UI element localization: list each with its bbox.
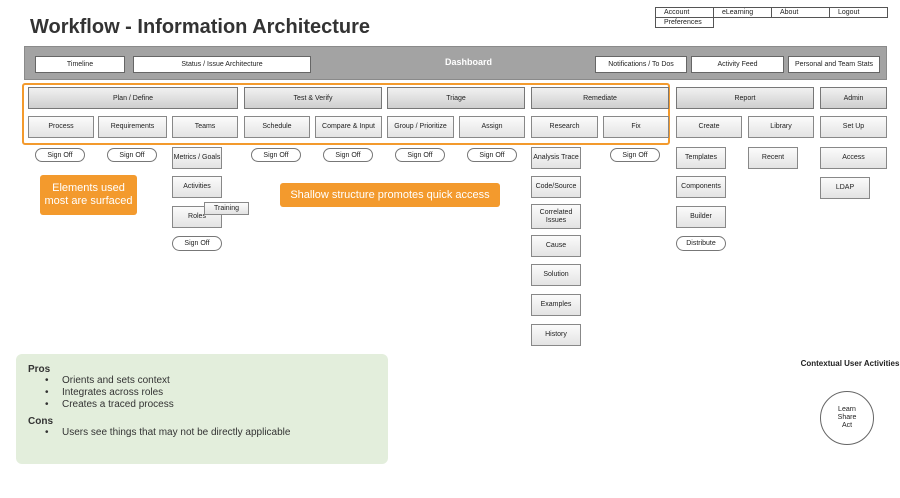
page-title: Workflow - Information Architecture	[30, 16, 371, 38]
top-nav: Account eLearning About Logout Preferenc…	[655, 7, 888, 29]
dashboard-label: Dashboard	[445, 57, 493, 67]
components-button[interactable]: Components	[676, 176, 726, 198]
teams-button[interactable]: Teams	[172, 116, 238, 138]
pros-item: Orients and sets context	[28, 375, 378, 387]
history-button[interactable]: History	[531, 324, 581, 346]
sign-off-compare[interactable]: Sign Off	[323, 148, 373, 162]
sign-off-schedule[interactable]: Sign Off	[251, 148, 301, 162]
contextual-activities-circle[interactable]: Learn Share Act	[820, 391, 874, 445]
fix-button[interactable]: Fix	[603, 116, 669, 138]
cons-list: Users see things that may not be directl…	[28, 427, 378, 439]
examples-button[interactable]: Examples	[531, 294, 581, 316]
analysis-trace-button[interactable]: Analysis Trace	[531, 147, 581, 169]
access-button[interactable]: Access	[820, 147, 887, 169]
status-architecture-button[interactable]: Status / Issue Architecture	[133, 56, 311, 73]
compare-input-button[interactable]: Compare & Input	[315, 116, 382, 138]
group-prioritize-button[interactable]: Group / Prioritize	[387, 116, 454, 138]
create-button[interactable]: Create	[676, 116, 742, 138]
section-triage[interactable]: Triage	[387, 87, 525, 109]
pros-item: Creates a traced process	[28, 399, 378, 411]
section-report[interactable]: Report	[676, 87, 814, 109]
section-plan-define[interactable]: Plan / Define	[28, 87, 238, 109]
dashboard-bar: Timeline Status / Issue Architecture Das…	[24, 46, 887, 80]
process-button[interactable]: Process	[28, 116, 94, 138]
share-label: Share	[837, 414, 857, 421]
setup-button[interactable]: Set Up	[820, 116, 887, 138]
sign-off-fix[interactable]: Sign Off	[610, 148, 660, 162]
correlated-issues-button[interactable]: Correlated Issues	[531, 204, 581, 229]
activity-feed-button[interactable]: Activity Feed	[691, 56, 784, 73]
solution-button[interactable]: Solution	[531, 264, 581, 286]
sign-off-assign[interactable]: Sign Off	[467, 148, 517, 162]
preferences-link[interactable]: Preferences	[655, 17, 714, 28]
training-button[interactable]: Training	[204, 202, 249, 215]
sign-off-teams[interactable]: Sign Off	[172, 236, 222, 251]
section-admin[interactable]: Admin	[820, 87, 887, 109]
contextual-activities-title: Contextual User Activities	[800, 359, 900, 368]
notifications-button[interactable]: Notifications / To Dos	[595, 56, 687, 73]
assign-button[interactable]: Assign	[459, 116, 525, 138]
pros-list: Orients and sets context Integrates acro…	[28, 375, 378, 411]
builder-button[interactable]: Builder	[676, 206, 726, 228]
metrics-goals-button[interactable]: Metrics / Goals	[172, 147, 222, 169]
requirements-button[interactable]: Requirements	[98, 116, 167, 138]
callout-shallow: Shallow structure promotes quick access	[280, 183, 500, 207]
templates-button[interactable]: Templates	[676, 147, 726, 169]
activities-button[interactable]: Activities	[172, 176, 222, 198]
cons-item: Users see things that may not be directl…	[28, 427, 378, 439]
sign-off-requirements[interactable]: Sign Off	[107, 148, 157, 162]
distribute-button[interactable]: Distribute	[676, 236, 726, 251]
act-label: Act	[841, 422, 853, 429]
section-remediate[interactable]: Remediate	[531, 87, 669, 109]
sign-off-group[interactable]: Sign Off	[395, 148, 445, 162]
schedule-button[interactable]: Schedule	[244, 116, 310, 138]
library-button[interactable]: Library	[748, 116, 814, 138]
section-test-verify[interactable]: Test & Verify	[244, 87, 382, 109]
sign-off-process[interactable]: Sign Off	[35, 148, 85, 162]
timeline-button[interactable]: Timeline	[35, 56, 125, 73]
pros-cons-panel: Pros Orients and sets context Integrates…	[16, 354, 388, 464]
code-source-button[interactable]: Code/Source	[531, 176, 581, 198]
research-button[interactable]: Research	[531, 116, 598, 138]
learn-label: Learn	[838, 406, 856, 413]
pros-title: Pros	[28, 364, 51, 375]
callout-surfaced: Elements used most are surfaced	[40, 175, 137, 215]
cause-button[interactable]: Cause	[531, 235, 581, 257]
pros-item: Integrates across roles	[28, 387, 378, 399]
recent-button[interactable]: Recent	[748, 147, 798, 169]
cons-title: Cons	[28, 416, 53, 427]
elearning-link[interactable]: eLearning	[713, 7, 772, 18]
about-link[interactable]: About	[771, 7, 830, 18]
logout-link[interactable]: Logout	[829, 7, 888, 18]
ldap-button[interactable]: LDAP	[820, 177, 870, 199]
team-stats-button[interactable]: Personal and Team Stats	[788, 56, 880, 73]
